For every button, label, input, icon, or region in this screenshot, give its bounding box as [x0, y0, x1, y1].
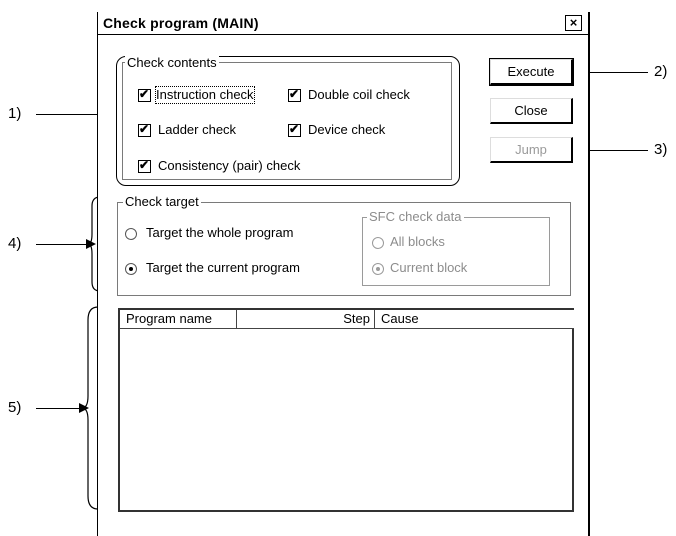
column-header-cause[interactable]: Cause — [375, 310, 574, 329]
column-header-program-name[interactable]: Program name — [120, 310, 237, 329]
callout-4-arrow — [36, 244, 88, 245]
consistency-pair-check-checkbox[interactable] — [138, 158, 151, 173]
callout-2-arrow — [588, 72, 648, 73]
callout-1-arrow — [36, 114, 104, 115]
instruction-check-checkbox[interactable] — [138, 87, 151, 102]
check-target-legend: Check target — [123, 194, 201, 209]
sfc-check-data-legend: SFC check data — [367, 209, 464, 224]
double-coil-check-label[interactable]: Double coil check — [308, 87, 410, 103]
device-check-label[interactable]: Device check — [308, 122, 385, 138]
consistency-pair-check-label[interactable]: Consistency (pair) check — [158, 158, 300, 174]
callout-5-arrow — [36, 408, 80, 409]
instruction-check-label[interactable]: Instruction check — [155, 86, 255, 104]
execute-button[interactable]: Execute — [489, 58, 574, 86]
close-button[interactable]: Close — [490, 98, 573, 124]
callout-5: 5) — [8, 399, 22, 416]
check-results-list[interactable]: Program name Step Cause — [118, 308, 574, 512]
target-whole-program-label[interactable]: Target the whole program — [146, 225, 293, 241]
device-check-checkbox[interactable] — [288, 122, 301, 137]
target-current-program-radio[interactable] — [125, 263, 137, 275]
close-icon[interactable]: × — [565, 15, 582, 31]
double-coil-check-checkbox[interactable] — [288, 87, 301, 102]
callout-4: 4) — [8, 235, 22, 252]
ladder-check-checkbox[interactable] — [138, 122, 151, 137]
dialog-title: Check program (MAIN) — [103, 15, 259, 31]
all-blocks-radio[interactable] — [372, 237, 384, 249]
column-header-cause-label: Cause — [381, 311, 419, 326]
ladder-check-label[interactable]: Ladder check — [158, 122, 236, 138]
column-header-step-label: Step — [343, 311, 370, 326]
column-header-program-name-label: Program name — [126, 311, 212, 326]
target-current-program-label[interactable]: Target the current program — [146, 260, 300, 276]
title-bar: Check program (MAIN) × — [98, 12, 588, 35]
callout-2: 2) — [654, 63, 668, 80]
jump-button[interactable]: Jump — [490, 137, 573, 163]
check-contents-legend: Check contents — [125, 55, 219, 70]
all-blocks-label[interactable]: All blocks — [390, 234, 445, 250]
callout-1: 1) — [8, 105, 22, 122]
column-header-step[interactable]: Step — [237, 310, 375, 329]
callout-3-arrow — [588, 150, 648, 151]
target-whole-program-radio[interactable] — [125, 228, 137, 240]
current-block-radio[interactable] — [372, 263, 384, 275]
check-program-dialog: Check program (MAIN) × Check contents In… — [97, 12, 590, 536]
callout-3: 3) — [654, 141, 668, 158]
current-block-label[interactable]: Current block — [390, 260, 467, 276]
